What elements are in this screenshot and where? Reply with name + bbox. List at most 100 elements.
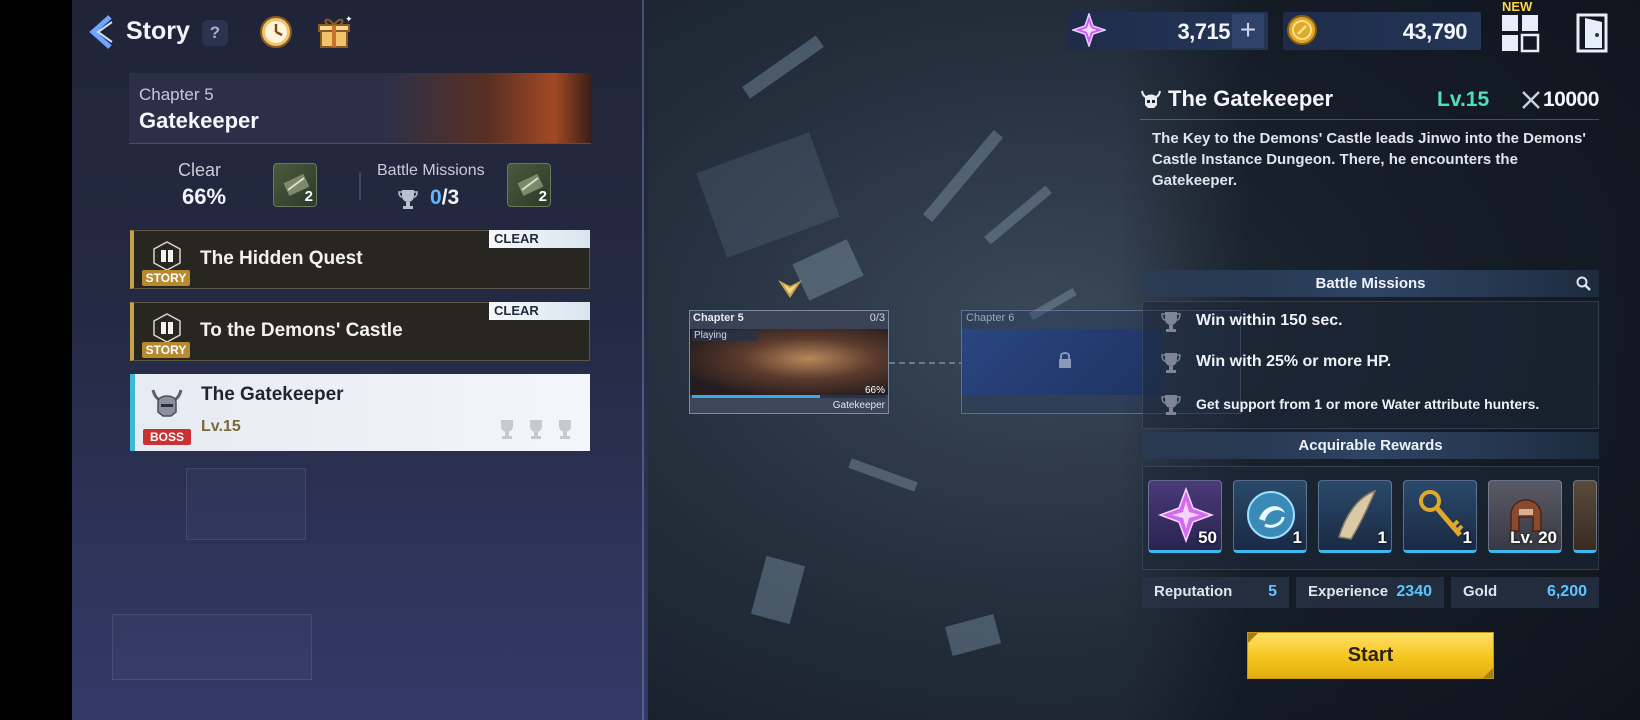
map-node-chapter-5[interactable]: Chapter 5 0/3 Playing 66% Gatekeeper [689, 310, 889, 414]
story-book-icon [153, 313, 181, 343]
mission-trophy-icon [501, 420, 513, 439]
node-footer-label: Gatekeeper [832, 400, 885, 411]
reward-qty: Lv. 20 [1510, 528, 1557, 547]
reward-item-partial[interactable] [1573, 480, 1597, 553]
recommended-power: 10000 [1543, 88, 1599, 111]
quest-name: The Gatekeeper [201, 384, 344, 405]
clear-status-tag: CLEAR [489, 302, 590, 320]
gold-stat: Gold 6,200 [1451, 577, 1599, 608]
detail-description: The Key to the Demons' Castle leads Jinw… [1152, 130, 1586, 189]
mission-item: Win within 150 sec. [1196, 312, 1343, 329]
boss-skull-icon [1141, 90, 1161, 108]
horn-fang-icon [1338, 489, 1377, 540]
stat-divider [359, 172, 361, 200]
clear-status-tag: CLEAR [489, 230, 590, 248]
battle-missions-label: Battle Missions [377, 162, 485, 179]
game-screen: Story ? ✦ 3,715 + 43,790 NEW Chapter 5 G… [0, 0, 1640, 720]
acquirable-rewards-header: Acquirable Rewards [1142, 432, 1599, 459]
gold-coin-icon [1287, 15, 1317, 45]
battle-reward-item[interactable]: 2 [507, 163, 551, 207]
clear-reward-item[interactable]: 2 [273, 163, 317, 207]
story-book-icon [153, 241, 181, 271]
crossed-swords-icon [1522, 91, 1540, 109]
reward-qty: 1 [1292, 528, 1302, 547]
golden-key-icon [1419, 490, 1464, 537]
magnifier-icon[interactable] [1576, 276, 1591, 291]
reputation-stat: Reputation 5 [1142, 577, 1289, 608]
mission-item: Win with 25% or more HP. [1196, 353, 1392, 370]
boss-tag: BOSS [143, 429, 191, 445]
mission-trophy-icon [559, 420, 571, 439]
stat-value: 6,200 [1546, 583, 1587, 600]
clear-percent: 66% [182, 184, 227, 209]
story-tag: STORY [142, 270, 190, 286]
purple-gem-icon [1072, 13, 1106, 47]
glass-shard [944, 614, 1002, 656]
glass-shard [848, 458, 918, 492]
mission-trophy-icon [1161, 312, 1181, 332]
section-title: Battle Missions [1315, 275, 1426, 292]
clock-icon[interactable] [258, 14, 294, 50]
detail-level: Lv.15 [1437, 88, 1490, 111]
back-arrow-icon[interactable] [86, 14, 116, 50]
panel-divider [642, 0, 644, 720]
glass-shard [984, 185, 1052, 245]
quest-row-hidden-quest[interactable]: STORY The Hidden Quest CLEAR [130, 230, 590, 289]
story-tag: STORY [142, 342, 190, 358]
boss-level: Lv.15 [201, 418, 241, 435]
map-path-line [889, 362, 961, 364]
node-trophy-count: 0/3 [869, 312, 885, 324]
quest-name: To the Demons' Castle [200, 320, 403, 341]
reward-qty: 1 [1462, 528, 1472, 547]
gem-amount: 3,715 [1177, 19, 1230, 44]
reward-item[interactable]: 50 [1148, 480, 1222, 553]
reward-item[interactable]: 1 [1318, 480, 1392, 553]
menu-grid-icon[interactable] [1500, 13, 1540, 53]
lock-icon [1059, 352, 1071, 368]
help-button[interactable]: ? [202, 20, 228, 46]
reward-qty: 1 [1377, 528, 1387, 547]
glass-shard [696, 132, 840, 258]
node-status: Playing [692, 330, 757, 341]
stat-label: Reputation [1154, 583, 1233, 600]
glass-shard [742, 35, 824, 99]
quest-name: The Hidden Quest [200, 248, 363, 269]
battle-missions-progress: 0/3 [430, 186, 460, 209]
reward-item[interactable]: 1 [1403, 480, 1477, 553]
stat-label: Gold [1463, 583, 1498, 600]
stat-label: Experience [1308, 583, 1389, 600]
mission-trophy-icon [530, 420, 542, 439]
start-button[interactable]: Start [1247, 632, 1494, 679]
glass-shard [750, 555, 806, 625]
current-location-marker-icon [778, 280, 802, 298]
trophy-icon [398, 190, 418, 209]
detail-title: The Gatekeeper [1168, 86, 1334, 111]
section-title: Acquirable Rewards [1298, 437, 1443, 454]
stat-value: 5 [1268, 583, 1277, 600]
node-title: Chapter 6 [966, 312, 1015, 324]
mission-item: Get support from 1 or more Water attribu… [1196, 396, 1540, 412]
clear-label: Clear [178, 160, 222, 180]
node-title: Chapter 5 [693, 312, 744, 324]
exit-door-icon[interactable] [1575, 13, 1611, 53]
detail-divider [1140, 119, 1599, 120]
stat-value: 2340 [1396, 583, 1432, 600]
add-gems-button[interactable]: + [1232, 14, 1264, 48]
reward-item[interactable]: 1 [1233, 480, 1307, 553]
experience-stat: Experience 2340 [1296, 577, 1444, 608]
svg-text:✦: ✦ [345, 15, 352, 25]
quest-row-gatekeeper-selected[interactable]: BOSS The Gatekeeper Lv.15 [130, 374, 590, 451]
glass-shard [923, 130, 1003, 222]
quest-row-demons-castle[interactable]: STORY To the Demons' Castle CLEAR [130, 302, 590, 361]
node-footer: Gatekeeper [690, 399, 888, 413]
faded-difficulty-card [112, 614, 312, 680]
clear-reward-count: 2 [304, 188, 313, 205]
faded-chapter-card [186, 468, 306, 540]
reward-item[interactable]: Lv. 20 [1488, 480, 1562, 553]
chapter-name: Gatekeeper [139, 108, 259, 133]
node-progress-bar [692, 395, 886, 398]
battle-missions-header: Battle Missions [1142, 270, 1599, 297]
gift-icon[interactable]: ✦ [316, 14, 352, 50]
node-progress-fill [692, 395, 821, 398]
horned-helmet-icon [151, 389, 183, 417]
